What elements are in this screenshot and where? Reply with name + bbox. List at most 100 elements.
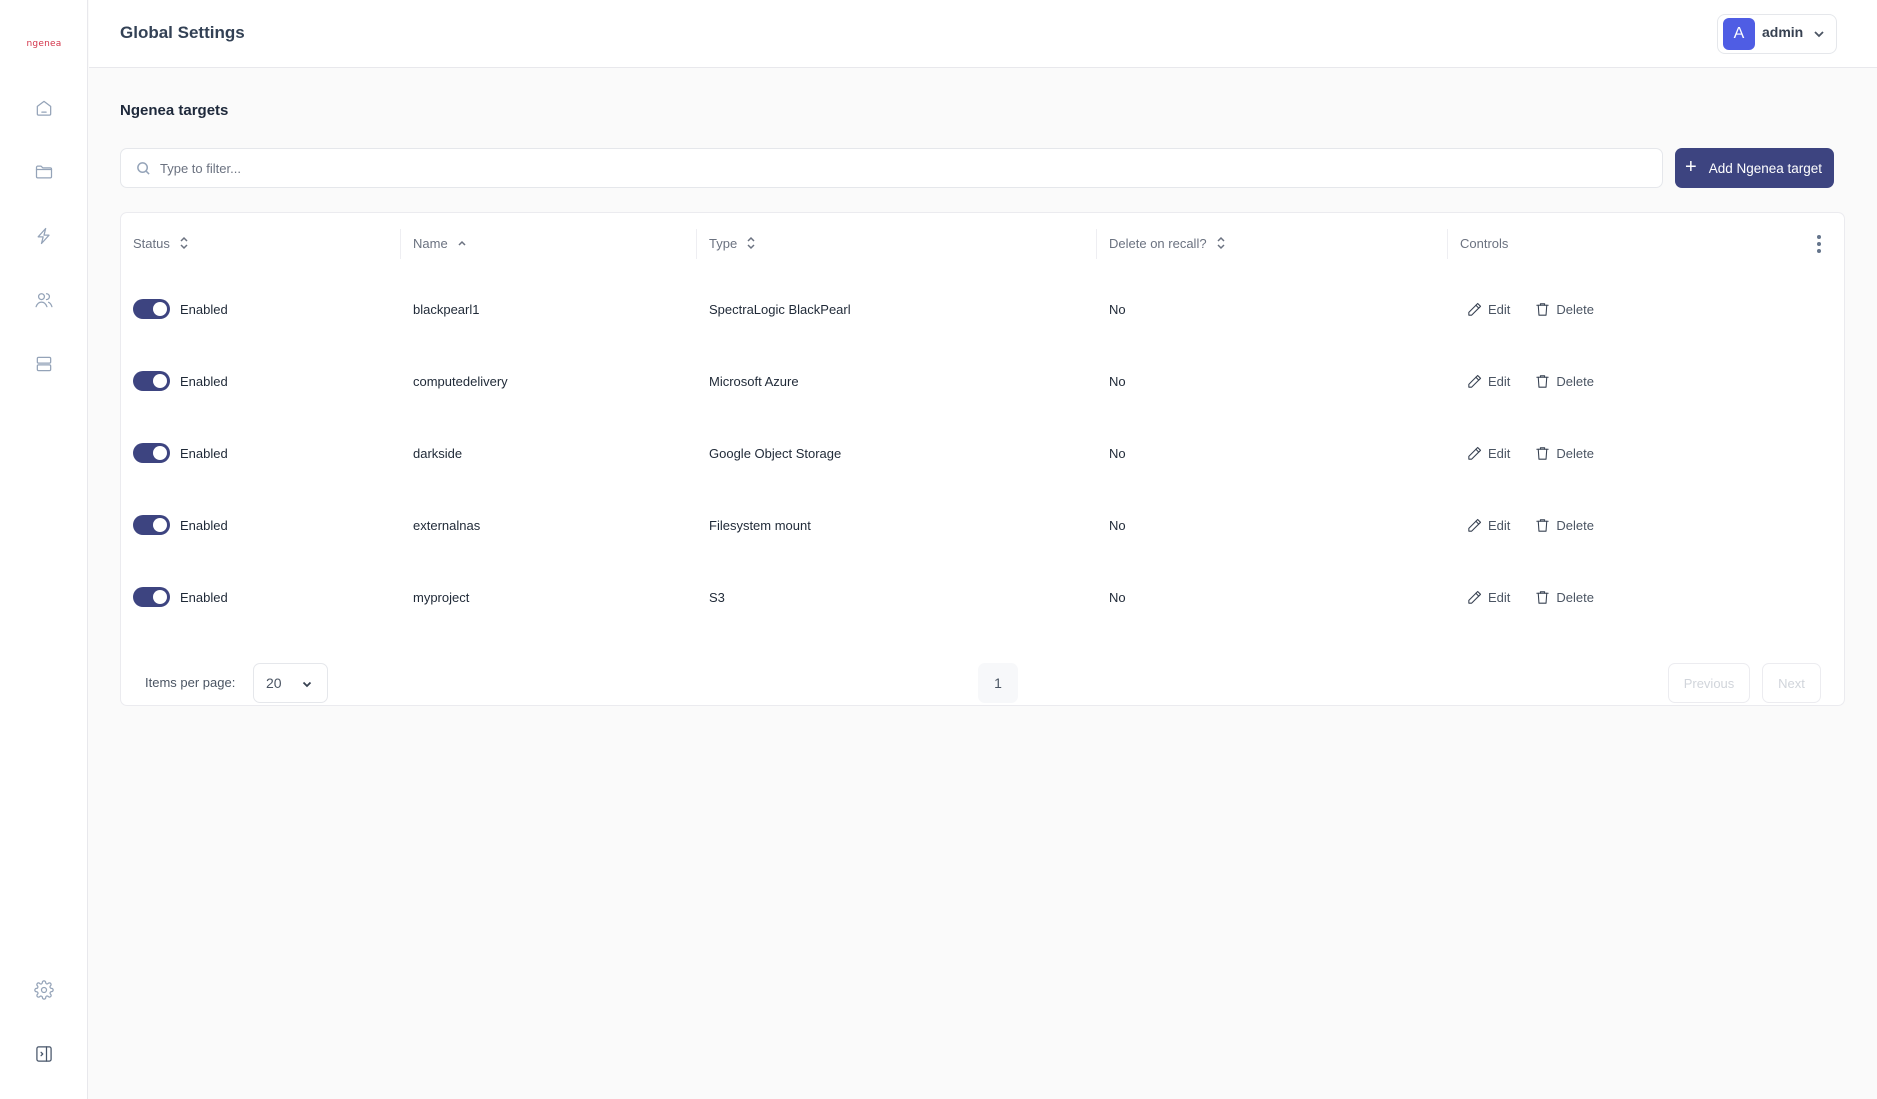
page-title: Global Settings (120, 23, 245, 42)
next-page-button[interactable]: Next (1762, 663, 1821, 703)
status-cell: Enabled (133, 273, 228, 345)
pencil-icon (1468, 374, 1482, 388)
gear-icon (34, 980, 54, 1000)
folder-icon (35, 165, 53, 179)
column-label: Name (413, 235, 448, 251)
sidebar-expand-button[interactable] (31, 1041, 57, 1067)
delete-on-recall-cell: No (1109, 373, 1126, 389)
pencil-icon (1468, 518, 1482, 532)
user-menu[interactable]: A admin (1717, 14, 1837, 54)
delete-button[interactable]: Delete (1534, 373, 1594, 390)
delete-on-recall-cell: No (1109, 445, 1126, 461)
table-row: Enabled computedelivery Microsoft Azure No E… (121, 345, 1844, 417)
edit-button[interactable]: Edit (1466, 445, 1510, 462)
status-cell: Enabled (133, 345, 228, 417)
status-toggle[interactable] (133, 371, 170, 391)
chevron-down-icon (302, 681, 312, 688)
search-icon (137, 161, 150, 175)
table-row: Enabled externalnas Filesystem mount No Edit… (121, 489, 1844, 561)
column-header-controls: Controls (1460, 213, 1508, 273)
column-divider (696, 229, 697, 259)
column-header-name[interactable]: Name (413, 213, 467, 273)
trash-icon (1536, 518, 1550, 532)
items-per-page-value: 20 (266, 675, 282, 691)
pencil-icon (1468, 302, 1482, 316)
name-cell: externalnas (413, 517, 481, 533)
top-header: Global Settings A admin (89, 0, 1877, 68)
status-label: Enabled (180, 589, 228, 605)
filter-input[interactable] (160, 160, 1560, 176)
status-cell: Enabled (133, 561, 228, 633)
controls-cell: Edit Delete (1466, 417, 1594, 489)
status-cell: Enabled (133, 417, 228, 489)
sidebar-item-users[interactable] (31, 287, 57, 313)
edit-button[interactable]: Edit (1466, 589, 1510, 606)
trash-icon (1536, 302, 1550, 316)
targets-table: Status Name Type Delete on recall? Contr… (120, 212, 1845, 706)
status-cell: Enabled (133, 489, 228, 561)
server-icon (36, 356, 52, 372)
type-cell: S3 (709, 589, 725, 605)
delete-label: Delete (1556, 445, 1594, 461)
edit-label: Edit (1488, 517, 1511, 533)
column-divider (400, 229, 401, 259)
page-button-current[interactable]: 1 (978, 663, 1018, 703)
ngenea-logo[interactable]: ngenea (22, 34, 66, 54)
edit-button[interactable]: Edit (1466, 301, 1510, 318)
name-cell: darkside (413, 445, 463, 461)
table-options-menu-icon[interactable] (1814, 233, 1824, 255)
sidebar-item-home[interactable] (31, 95, 57, 121)
edit-label: Edit (1488, 589, 1511, 605)
status-label: Enabled (180, 445, 228, 461)
edit-label: Edit (1488, 445, 1511, 461)
chevron-down-icon (1812, 27, 1826, 41)
sidebar-item-files[interactable] (31, 159, 57, 185)
type-cell: Filesystem mount (709, 517, 811, 533)
type-cell: SpectraLogic BlackPearl (709, 301, 851, 317)
delete-button[interactable]: Delete (1534, 589, 1594, 606)
delete-button[interactable]: Delete (1534, 517, 1594, 534)
status-toggle[interactable] (133, 443, 170, 463)
lightning-icon (37, 227, 50, 245)
items-per-page-select[interactable]: 20 (253, 663, 328, 703)
filter-box[interactable] (120, 148, 1663, 188)
logo-text: ngenea (26, 39, 62, 49)
status-label: Enabled (180, 517, 228, 533)
sidebar-item-settings[interactable] (31, 977, 57, 1003)
controls-cell: Edit Delete (1466, 345, 1594, 417)
controls-cell: Edit Delete (1466, 561, 1594, 633)
column-label: Delete on recall? (1109, 235, 1207, 251)
sidebar-expand-icon (36, 1046, 52, 1062)
pagination: Items per page: 20 1 Previous Next (121, 653, 1844, 707)
edit-label: Edit (1488, 301, 1511, 317)
column-label: Status (133, 235, 170, 251)
edit-button[interactable]: Edit (1466, 373, 1510, 390)
previous-page-button[interactable]: Previous (1668, 663, 1750, 703)
status-toggle[interactable] (133, 515, 170, 535)
column-label: Controls (1460, 235, 1509, 251)
home-icon (36, 100, 52, 116)
delete-button[interactable]: Delete (1534, 445, 1594, 462)
edit-button[interactable]: Edit (1466, 517, 1510, 534)
name-cell: computedelivery (413, 373, 508, 389)
sidebar-item-actions[interactable] (31, 223, 57, 249)
column-header-type[interactable]: Type (709, 213, 756, 273)
sidebar-item-servers[interactable] (31, 351, 57, 377)
sort-ascending-icon (457, 236, 467, 250)
status-toggle[interactable] (133, 587, 170, 607)
delete-label: Delete (1556, 589, 1594, 605)
status-label: Enabled (180, 373, 228, 389)
status-label: Enabled (180, 301, 228, 317)
column-header-delete-on-recall[interactable]: Delete on recall? (1109, 213, 1226, 273)
column-header-status[interactable]: Status (133, 213, 189, 273)
sidebar: ngenea (0, 0, 88, 1099)
delete-button[interactable]: Delete (1534, 301, 1594, 318)
status-toggle[interactable] (133, 299, 170, 319)
trash-icon (1536, 446, 1550, 460)
controls-cell: Edit Delete (1466, 273, 1594, 345)
name-cell: blackpearl1 (413, 301, 480, 317)
add-ngenea-target-button[interactable]: + Add Ngenea target (1675, 148, 1834, 188)
trash-icon (1536, 374, 1550, 388)
delete-label: Delete (1556, 301, 1594, 317)
trash-icon (1536, 590, 1550, 604)
